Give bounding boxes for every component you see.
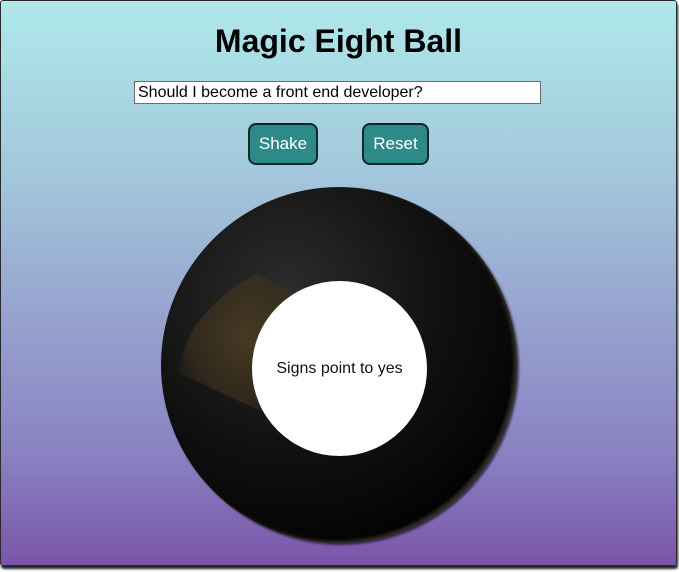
answer-text: Signs point to yes [276,359,403,377]
question-input[interactable] [134,81,541,104]
reset-button[interactable]: Reset [362,123,429,165]
magic-eight-ball[interactable]: Signs point to yes [161,187,517,543]
app-frame: Magic Eight Ball Shake Reset Signs point… [0,0,677,566]
page-title: Magic Eight Ball [214,23,463,59]
shake-button[interactable]: Shake [248,123,318,165]
answer-window: Signs point to yes [252,281,427,456]
